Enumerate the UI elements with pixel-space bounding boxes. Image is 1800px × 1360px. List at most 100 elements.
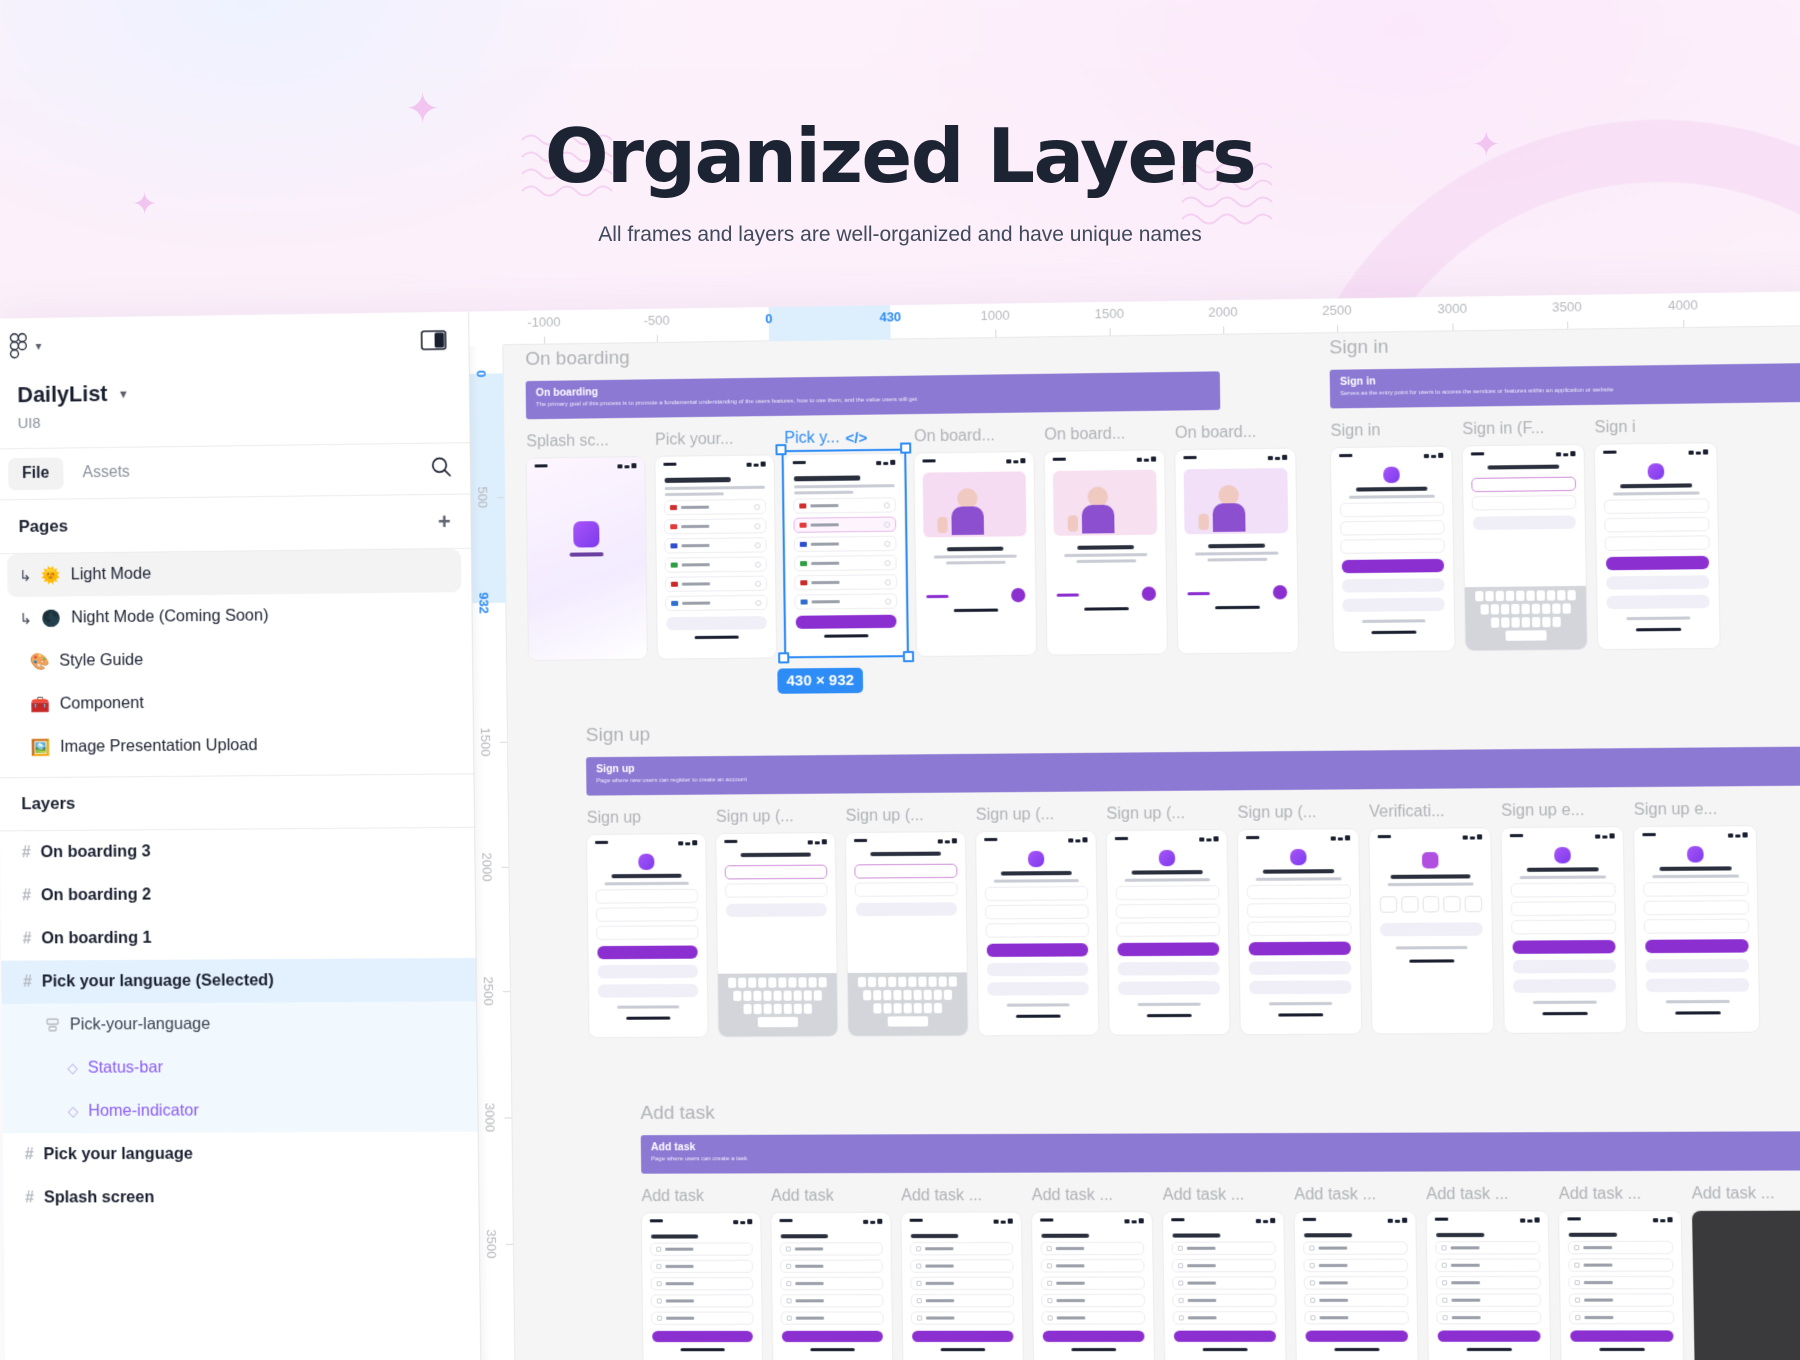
language-option[interactable] bbox=[793, 497, 896, 514]
checkbox-icon[interactable] bbox=[1047, 1298, 1053, 1304]
frame-preview[interactable] bbox=[914, 451, 1037, 657]
radio-icon[interactable] bbox=[754, 503, 761, 510]
frame-preview[interactable] bbox=[1462, 444, 1587, 651]
task-row[interactable] bbox=[1436, 1293, 1542, 1307]
frame-preview[interactable] bbox=[1369, 828, 1494, 1034]
page-item[interactable]: ↳ 🌞 Light Mode bbox=[7, 548, 462, 598]
section-title[interactable]: Add task bbox=[640, 1098, 1800, 1125]
language-option[interactable] bbox=[664, 537, 767, 554]
canvas-frame[interactable]: Add task ... bbox=[1559, 1185, 1685, 1360]
frame-label[interactable]: On board... bbox=[1175, 423, 1295, 443]
canvas-frame[interactable]: Add task ... bbox=[1163, 1186, 1287, 1360]
task-row[interactable] bbox=[1171, 1258, 1277, 1273]
frame-label[interactable]: Add task ... bbox=[1032, 1187, 1152, 1206]
task-row[interactable] bbox=[780, 1294, 884, 1308]
language-option[interactable] bbox=[663, 498, 767, 516]
input-field[interactable] bbox=[1339, 501, 1445, 518]
input-field[interactable] bbox=[1246, 884, 1352, 900]
checkbox-icon[interactable] bbox=[656, 1246, 662, 1252]
canvas-frame[interactable]: Sign in (F... bbox=[1462, 419, 1587, 651]
tab-assets[interactable]: Assets bbox=[69, 456, 144, 489]
frame-preview[interactable] bbox=[1594, 443, 1720, 650]
chevron-down-icon[interactable]: ▾ bbox=[120, 387, 126, 401]
task-row[interactable] bbox=[1303, 1293, 1409, 1308]
checkbox-icon[interactable] bbox=[1310, 1315, 1316, 1321]
frame-label[interactable]: Add task ... bbox=[1692, 1185, 1800, 1204]
language-option[interactable] bbox=[664, 518, 767, 535]
task-row[interactable] bbox=[780, 1276, 884, 1291]
task-row[interactable] bbox=[910, 1259, 1014, 1273]
footer-link[interactable] bbox=[1007, 1003, 1070, 1007]
verify-button[interactable] bbox=[1380, 922, 1483, 937]
code-brackets-icon[interactable]: </> bbox=[845, 429, 867, 446]
frame-preview[interactable] bbox=[784, 453, 906, 658]
task-row[interactable] bbox=[910, 1276, 1014, 1291]
frame-preview[interactable] bbox=[1692, 1210, 1800, 1360]
canvas-frame[interactable]: Verificati... bbox=[1369, 803, 1494, 1034]
apple-button[interactable] bbox=[1117, 981, 1220, 995]
checkbox-icon[interactable] bbox=[1574, 1297, 1581, 1303]
frame-preview[interactable] bbox=[1330, 446, 1455, 652]
keyboard-row[interactable] bbox=[1468, 616, 1583, 628]
task-row[interactable] bbox=[1435, 1258, 1541, 1273]
apple-button[interactable] bbox=[1249, 980, 1352, 995]
page-item[interactable]: 🧰 Component bbox=[0, 679, 473, 727]
canvas-frame[interactable]: Pick your... bbox=[655, 430, 777, 659]
radio-icon[interactable] bbox=[884, 578, 891, 585]
checkbox-icon[interactable] bbox=[1310, 1297, 1316, 1303]
next-button[interactable] bbox=[1141, 586, 1157, 601]
frame-label[interactable]: Verificati... bbox=[1369, 803, 1490, 822]
frame-label[interactable]: Add task bbox=[641, 1188, 760, 1207]
frame-label[interactable]: Sign up (... bbox=[1237, 804, 1358, 823]
add-task-button[interactable] bbox=[912, 1330, 1014, 1342]
add-task-button[interactable] bbox=[1305, 1330, 1409, 1342]
otp-digit[interactable] bbox=[1464, 895, 1483, 913]
task-row[interactable] bbox=[779, 1259, 883, 1273]
continue-button[interactable] bbox=[666, 616, 767, 631]
input-field[interactable] bbox=[1115, 903, 1220, 919]
panel-layout-icon[interactable] bbox=[421, 330, 447, 350]
layer-item[interactable]: # Pick your language (Selected) bbox=[1, 957, 477, 1004]
task-row[interactable] bbox=[910, 1294, 1015, 1308]
footer-link[interactable] bbox=[1362, 619, 1426, 623]
checkbox-icon[interactable] bbox=[1441, 1280, 1448, 1286]
frame-preview[interactable] bbox=[526, 457, 647, 660]
input-field[interactable] bbox=[985, 922, 1089, 938]
frame-preview[interactable] bbox=[771, 1212, 894, 1360]
layer-item[interactable]: # On boarding 3 bbox=[0, 828, 475, 875]
frame-label[interactable]: Sign up bbox=[587, 809, 705, 828]
google-button[interactable] bbox=[1606, 575, 1710, 590]
footer-link[interactable] bbox=[1137, 1002, 1201, 1007]
checkbox-icon[interactable] bbox=[1442, 1315, 1448, 1321]
keyboard-row[interactable] bbox=[1468, 590, 1583, 602]
checkbox-icon[interactable] bbox=[656, 1298, 662, 1304]
submit-button[interactable] bbox=[1472, 515, 1576, 530]
task-row[interactable] bbox=[1172, 1311, 1277, 1325]
checkbox-icon[interactable] bbox=[1574, 1245, 1580, 1251]
task-row[interactable] bbox=[650, 1277, 754, 1291]
frame-preview[interactable] bbox=[641, 1212, 763, 1360]
frame-label[interactable]: Sign up (... bbox=[716, 808, 835, 827]
keyboard-row[interactable] bbox=[851, 1002, 964, 1014]
task-row[interactable] bbox=[1568, 1293, 1675, 1307]
input-field[interactable] bbox=[1643, 918, 1750, 934]
frame-preview[interactable] bbox=[1237, 829, 1362, 1035]
task-row[interactable] bbox=[650, 1294, 754, 1308]
checkbox-icon[interactable] bbox=[1574, 1262, 1580, 1268]
canvas-frame[interactable]: Sign up (... bbox=[716, 808, 838, 1037]
frame-label[interactable]: Pick your... bbox=[655, 430, 773, 450]
canvas-frame[interactable]: Add task ... bbox=[1032, 1187, 1155, 1360]
checkbox-icon[interactable] bbox=[656, 1281, 662, 1287]
input-field[interactable] bbox=[596, 925, 699, 941]
frame-preview[interactable] bbox=[1426, 1211, 1552, 1360]
next-button[interactable] bbox=[1011, 587, 1026, 603]
canvas-frame[interactable]: Add task ... bbox=[901, 1187, 1024, 1360]
file-name-row[interactable]: DailyList ▾ bbox=[17, 376, 447, 408]
search-icon[interactable] bbox=[430, 455, 452, 482]
input-field-focused[interactable] bbox=[854, 863, 958, 879]
page-item[interactable]: 🖼️ Image Presentation Upload bbox=[0, 722, 473, 769]
frame-preview[interactable] bbox=[1559, 1210, 1685, 1360]
input-field[interactable] bbox=[595, 907, 699, 922]
input-field[interactable] bbox=[985, 904, 1089, 920]
frame-label[interactable]: On board... bbox=[1044, 425, 1164, 445]
